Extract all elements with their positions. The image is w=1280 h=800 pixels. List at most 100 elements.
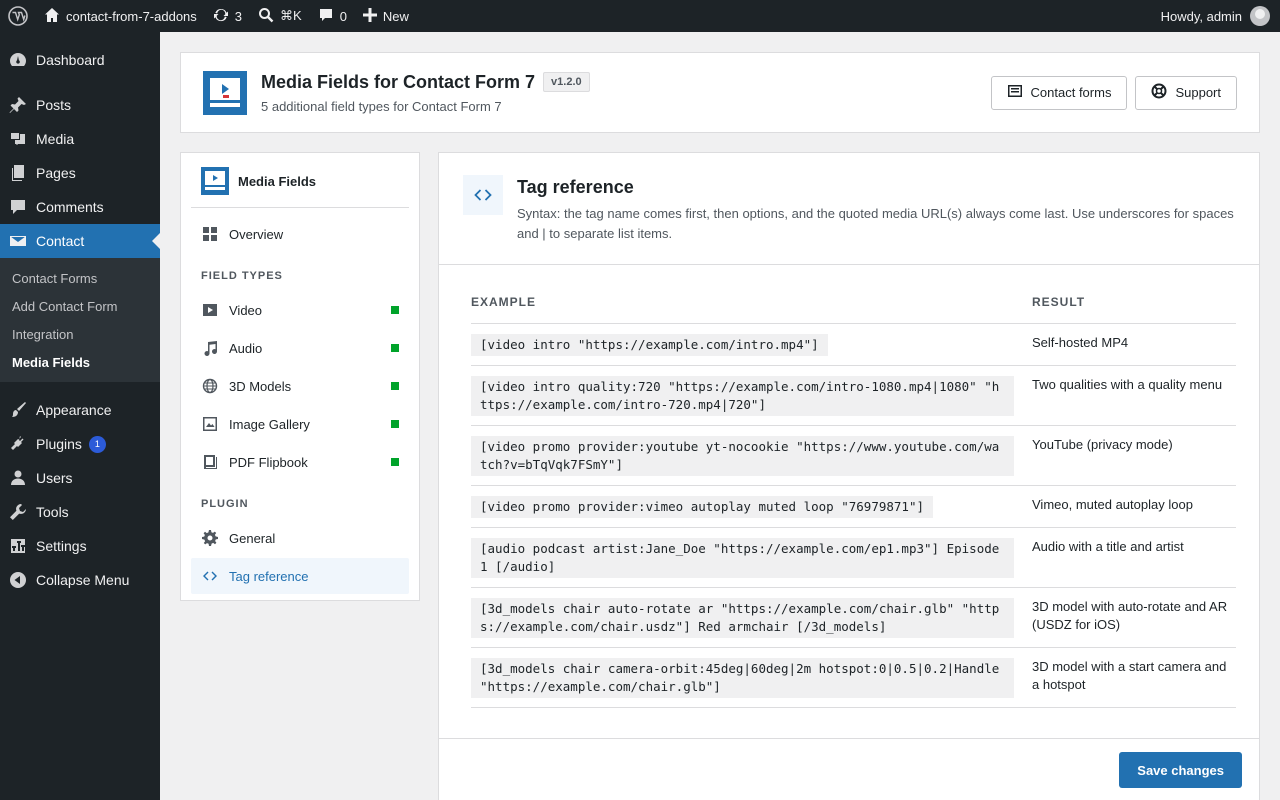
- footer-bar: Save changes: [438, 738, 1260, 800]
- search-icon: [258, 7, 274, 26]
- result-cell: Self-hosted MP4: [1022, 323, 1236, 366]
- enabled-status-indicator: [391, 306, 399, 314]
- support-button[interactable]: Support: [1135, 75, 1237, 110]
- nav-label: General: [229, 530, 276, 546]
- collapse-menu-button[interactable]: Collapse Menu: [0, 563, 160, 597]
- plugins-update-badge: 1: [88, 435, 106, 453]
- paintbrush-icon: [8, 400, 28, 420]
- enabled-status-indicator: [391, 344, 399, 352]
- table-row: [3d_models chair auto-rotate ar "https:/…: [471, 587, 1236, 648]
- admin-menu: Dashboard Posts Media Pages Comments Con…: [0, 32, 160, 800]
- plus-icon: [362, 7, 377, 25]
- menu-label: Media: [36, 131, 75, 147]
- example-code: [audio podcast artist:Jane_Doe "https://…: [471, 538, 1014, 578]
- comment-icon: [318, 7, 334, 26]
- menu-media[interactable]: Media: [0, 122, 160, 156]
- contact-forms-label: Contact forms: [1030, 85, 1112, 100]
- dashboard-icon: [8, 50, 28, 70]
- menu-posts[interactable]: Posts: [0, 88, 160, 122]
- column-header-result: RESULT: [1022, 265, 1236, 324]
- example-cell: [3d_models chair camera-orbit:45deg|60de…: [471, 647, 1022, 708]
- menu-label: Posts: [36, 97, 72, 113]
- comments-link[interactable]: 0: [310, 0, 355, 32]
- menu-label: Appearance: [36, 402, 112, 418]
- pushpin-icon: [8, 95, 28, 115]
- wordpress-logo-icon[interactable]: [0, 0, 36, 32]
- gallery-icon: [201, 415, 219, 433]
- plugin-logo: [203, 70, 247, 115]
- enabled-status-indicator: [391, 458, 399, 466]
- menu-contact[interactable]: Contact: [0, 224, 160, 258]
- menu-label: Plugins: [36, 436, 82, 452]
- menu-pages[interactable]: Pages: [0, 156, 160, 190]
- example-code: [video promo provider:youtube yt-nocooki…: [471, 436, 1014, 476]
- menu-plugins[interactable]: Plugins 1: [0, 427, 160, 461]
- search-shortcut: ⌘K: [280, 8, 302, 23]
- menu-label: Collapse Menu: [36, 572, 130, 588]
- nav-item-tag-reference[interactable]: Tag reference: [191, 558, 409, 594]
- plugin-header: Media Fields for Contact Form 7 v1.2.0 5…: [180, 52, 1260, 133]
- example-cell: [video promo provider:youtube yt-nocooki…: [471, 425, 1022, 486]
- nav-item-video[interactable]: Video: [191, 292, 409, 328]
- comments-icon: [8, 197, 28, 217]
- page-title: Media Fields for Contact Form 7: [261, 71, 536, 92]
- menu-label: Comments: [36, 199, 104, 215]
- menu-comments[interactable]: Comments: [0, 190, 160, 224]
- music-note-icon: [201, 339, 219, 357]
- nav-label: Image Gallery: [229, 416, 310, 432]
- table-row: [audio podcast artist:Jane_Doe "https://…: [471, 527, 1236, 588]
- my-account[interactable]: Howdy, admin: [1161, 6, 1280, 26]
- nav-item-3d-models[interactable]: 3D Models: [191, 368, 409, 404]
- example-cell: [3d_models chair auto-rotate ar "https:/…: [471, 587, 1022, 648]
- menu-tools[interactable]: Tools: [0, 495, 160, 529]
- nav-item-audio[interactable]: Audio: [191, 330, 409, 366]
- menu-label: Tools: [36, 504, 69, 520]
- nav-label: Tag reference: [229, 568, 309, 584]
- new-content-link[interactable]: New: [355, 0, 417, 32]
- menu-users[interactable]: Users: [0, 461, 160, 495]
- submenu-contact-forms[interactable]: Contact Forms: [0, 265, 160, 293]
- contact-forms-button[interactable]: Contact forms: [990, 75, 1128, 110]
- example-cell: [video intro quality:720 "https://exampl…: [471, 365, 1022, 426]
- grid-icon: [201, 225, 219, 243]
- updates-link[interactable]: 3: [205, 0, 250, 32]
- collapse-arrow-icon: [8, 570, 28, 590]
- example-cell: [video promo provider:vimeo autoplay mut…: [471, 485, 1022, 528]
- enabled-status-indicator: [391, 420, 399, 428]
- menu-dashboard[interactable]: Dashboard: [0, 43, 160, 77]
- submenu-add-contact-form[interactable]: Add Contact Form: [0, 293, 160, 321]
- search-link[interactable]: ⌘K: [250, 0, 310, 32]
- save-changes-button[interactable]: Save changes: [1119, 752, 1242, 788]
- updates-count: 3: [234, 8, 243, 24]
- menu-settings[interactable]: Settings: [0, 529, 160, 563]
- menu-label: Pages: [36, 165, 76, 181]
- result-cell: 3D model with auto-rotate and AR (USDZ f…: [1022, 587, 1236, 648]
- media-icon: [8, 129, 28, 149]
- nav-item-pdf-flipbook[interactable]: PDF Flipbook: [191, 444, 409, 480]
- nav-label: Video: [229, 302, 263, 318]
- menu-appearance[interactable]: Appearance: [0, 393, 160, 427]
- updates-icon: [213, 7, 229, 26]
- site-name-link[interactable]: contact-from-7-addons: [36, 0, 205, 32]
- example-cell: [audio podcast artist:Jane_Doe "https://…: [471, 527, 1022, 588]
- example-code: [video promo provider:vimeo autoplay mut…: [471, 496, 934, 518]
- table-row: [video intro "https://example.com/intro.…: [471, 323, 1236, 366]
- wrench-icon: [8, 502, 28, 522]
- nav-label: 3D Models: [229, 378, 292, 394]
- nav-item-overview[interactable]: Overview: [191, 216, 409, 252]
- submenu-media-fields[interactable]: Media Fields: [0, 349, 160, 377]
- section-title: Tag reference: [517, 177, 634, 197]
- submenu-integration[interactable]: Integration: [0, 321, 160, 349]
- book-icon: [201, 453, 219, 471]
- example-code: [3d_models chair camera-orbit:45deg|60de…: [471, 658, 1014, 698]
- howdy-text: Howdy, admin: [1160, 8, 1242, 24]
- column-header-example: EXAMPLE: [471, 265, 1022, 324]
- nav-item-image-gallery[interactable]: Image Gallery: [191, 406, 409, 442]
- admin-bar: contact-from-7-addons 3 ⌘K 0 New Howdy, …: [0, 0, 1280, 32]
- table-row: [video intro quality:720 "https://exampl…: [471, 365, 1236, 426]
- version-badge: v1.2.0: [543, 72, 590, 92]
- nav-section-plugin: PLUGIN: [201, 498, 249, 510]
- nav-label: Audio: [229, 340, 263, 356]
- avatar: [1250, 6, 1270, 26]
- nav-item-general[interactable]: General: [191, 520, 409, 556]
